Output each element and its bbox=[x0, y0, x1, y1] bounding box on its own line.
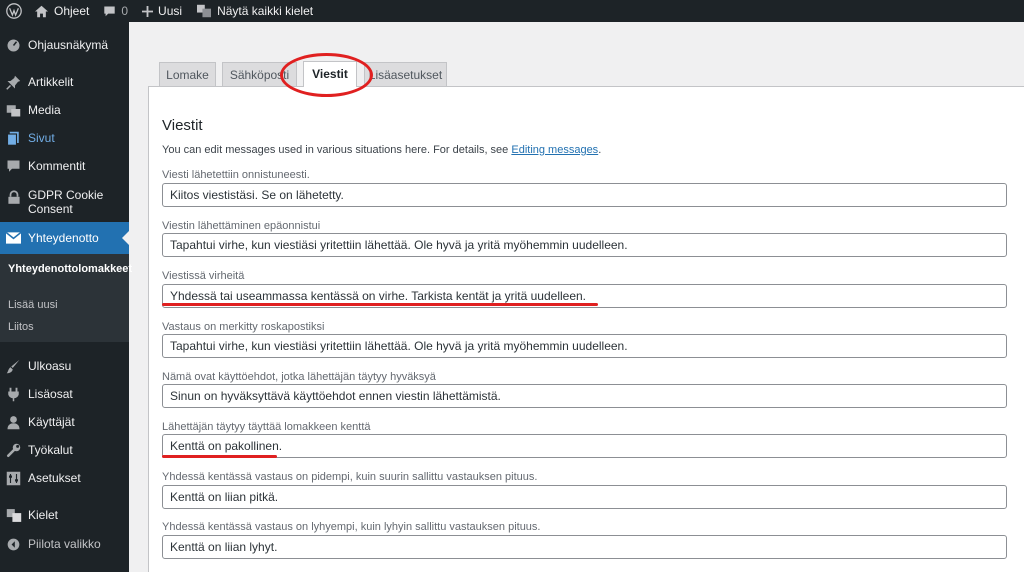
menu-users[interactable]: Käyttäjät bbox=[0, 412, 129, 432]
media-icon bbox=[5, 102, 22, 119]
field-label-validation-error: Viestissä virheitä bbox=[162, 270, 245, 282]
menu-pages[interactable]: Sivut bbox=[0, 128, 129, 148]
languages-label: Näytä kaikki kielet bbox=[217, 4, 314, 18]
annotation-underline bbox=[162, 303, 598, 306]
menu-languages[interactable]: Kielet bbox=[0, 505, 129, 525]
menu-label: Lisäosat bbox=[28, 387, 73, 401]
menu-dashboard[interactable]: Ohjausnäkymä bbox=[0, 35, 129, 55]
invalid-required-input[interactable] bbox=[162, 434, 1007, 458]
lock-icon bbox=[5, 189, 22, 206]
panel-title: Viestit bbox=[162, 117, 203, 134]
new-content-link[interactable]: Uusi bbox=[142, 0, 196, 22]
collapse-menu-button[interactable]: Piilota valikko bbox=[0, 534, 129, 554]
submenu-add-new[interactable]: Lisää uusi bbox=[8, 299, 126, 312]
menu-posts[interactable]: Artikkelit bbox=[0, 72, 129, 92]
menu-label: Ohjausnäkymä bbox=[28, 38, 109, 52]
menu-label: Ulkoasu bbox=[28, 359, 72, 373]
annotation-circle bbox=[280, 53, 373, 97]
plugin-icon bbox=[5, 386, 22, 403]
spam-input[interactable] bbox=[162, 334, 1007, 358]
menu-comments[interactable]: Kommentit bbox=[0, 156, 129, 176]
menu-label: Kielet bbox=[28, 508, 59, 522]
menu-plugins[interactable]: Lisäosat bbox=[0, 384, 129, 404]
annotation-underline bbox=[162, 455, 277, 458]
dashboard-icon bbox=[5, 37, 22, 54]
languages-link[interactable]: Näytä kaikki kielet bbox=[196, 0, 321, 22]
active-menu-arrow bbox=[122, 231, 129, 245]
tab-form[interactable]: Lomake bbox=[159, 62, 216, 87]
menu-label: Työkalut bbox=[28, 443, 73, 457]
menu-label: Media bbox=[28, 103, 61, 117]
pin-icon bbox=[5, 74, 22, 91]
site-name-link[interactable]: Ohjeet bbox=[34, 0, 103, 22]
site-name: Ohjeet bbox=[54, 4, 90, 18]
menu-contact[interactable]: Yhteydenotto bbox=[0, 222, 129, 254]
comments-link[interactable]: 0 bbox=[103, 0, 142, 22]
new-label: Uusi bbox=[158, 4, 183, 18]
user-icon bbox=[5, 414, 22, 431]
menu-label: Käyttäjät bbox=[28, 415, 75, 429]
settings-icon bbox=[5, 470, 22, 487]
comments-count: 0 bbox=[121, 4, 129, 18]
field-label-mail-sent-ng: Viestin lähettäminen epäonnistui bbox=[162, 220, 321, 232]
description-text: You can edit messages used in various si… bbox=[162, 144, 512, 156]
editing-messages-link[interactable]: Editing messages bbox=[511, 144, 598, 156]
mail-sent-ng-input[interactable] bbox=[162, 233, 1007, 257]
field-label-invalid-required: Lähettäjän täytyy täyttää lomakkeen kent… bbox=[162, 421, 371, 433]
menu-settings[interactable]: Asetukset bbox=[0, 468, 129, 488]
field-label-spam: Vastaus on merkitty roskapostiksi bbox=[162, 321, 325, 333]
home-icon bbox=[35, 5, 48, 17]
tab-additional-settings[interactable]: Lisäasetukset bbox=[364, 62, 447, 87]
menu-label: Yhteydenotto bbox=[28, 231, 99, 245]
brush-icon bbox=[5, 358, 22, 375]
collapse-icon bbox=[5, 536, 22, 553]
pages-icon bbox=[5, 130, 22, 147]
wrench-icon bbox=[5, 442, 22, 459]
field-label-accept-terms: Nämä ovat käyttöehdot, jotka lähettäjän … bbox=[162, 371, 436, 383]
comment-icon bbox=[5, 158, 22, 175]
admin-sidebar: Ohjausnäkymä Artikkelit Media Sivut Komm… bbox=[0, 22, 132, 572]
menu-label: Artikkelit bbox=[28, 75, 74, 89]
description-end: . bbox=[598, 144, 602, 156]
menu-label: Piilota valikko bbox=[28, 537, 101, 551]
admin-bar: Ohjeet 0 Uusi Näytä kaikki kielet bbox=[0, 0, 1024, 22]
field-label-mail-sent-ok: Viesti lähetettiin onnistuneesti. bbox=[162, 169, 310, 181]
menu-label: Kommentit bbox=[28, 159, 86, 173]
translate-icon bbox=[5, 507, 22, 524]
panel-description: You can edit messages used in various si… bbox=[162, 144, 601, 156]
wordpress-logo-button[interactable] bbox=[0, 0, 34, 22]
invalid-too-short-input[interactable] bbox=[162, 535, 1007, 559]
menu-media[interactable]: Media bbox=[0, 100, 129, 120]
mail-sent-ok-input[interactable] bbox=[162, 183, 1007, 207]
menu-appearance[interactable]: Ulkoasu bbox=[0, 356, 129, 376]
invalid-too-long-input[interactable] bbox=[162, 485, 1007, 509]
menu-label: GDPR Cookie Consent bbox=[28, 188, 104, 216]
menu-tools[interactable]: Työkalut bbox=[0, 440, 129, 460]
menu-label: Asetukset bbox=[28, 471, 81, 485]
envelope-icon bbox=[5, 230, 22, 247]
wordpress-icon bbox=[6, 3, 22, 19]
submenu-contact-forms[interactable]: Yhteydenottolomakkeet bbox=[8, 263, 132, 276]
accept-terms-input[interactable] bbox=[162, 384, 1007, 408]
translate-icon bbox=[197, 4, 212, 18]
submenu-integration[interactable]: Liitos bbox=[8, 321, 126, 334]
field-label-invalid-too-long: Yhdessä kentässä vastaus on pidempi, kui… bbox=[162, 471, 538, 483]
menu-label: Sivut bbox=[28, 131, 55, 145]
menu-gdpr-cookie-consent[interactable]: GDPR Cookie Consent bbox=[0, 188, 129, 216]
plus-icon bbox=[142, 5, 154, 17]
comment-bubble-icon bbox=[104, 6, 116, 17]
field-label-invalid-too-short: Yhdessä kentässä vastaus on lyhyempi, ku… bbox=[162, 521, 541, 533]
contact-submenu: Yhteydenottolomakkeet Lisää uusi Liitos bbox=[0, 254, 132, 342]
